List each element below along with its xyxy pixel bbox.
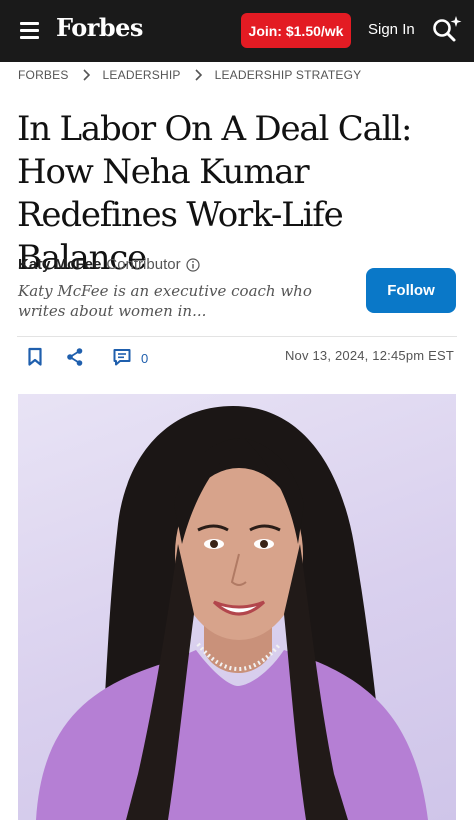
follow-button[interactable]: Follow xyxy=(366,268,456,313)
menu-icon[interactable] xyxy=(20,21,40,39)
breadcrumb-item-leadership-strategy[interactable]: LEADERSHIP STRATEGY xyxy=(215,68,362,82)
author-role: Contributor xyxy=(106,256,181,273)
author-name[interactable]: Katy McFee xyxy=(18,256,101,273)
article-hero-image xyxy=(18,394,456,820)
share-icon[interactable] xyxy=(66,347,84,367)
chevron-right-icon xyxy=(195,69,202,81)
chevron-right-icon xyxy=(82,69,90,81)
breadcrumb: FORBES LEADERSHIP LEADERSHIP STRATEGY xyxy=(18,68,361,82)
publish-date: Nov 13, 2024, 12:45pm EST xyxy=(284,348,454,363)
forbes-logo[interactable]: Forbes xyxy=(56,13,143,42)
sign-in-link[interactable]: Sign In xyxy=(368,21,415,38)
join-button[interactable]: Join: $1.50/wk xyxy=(241,13,351,48)
search-sparkle-icon[interactable] xyxy=(430,12,464,46)
article-title: In Labor On A Deal Call: How Neha Kumar … xyxy=(17,109,412,278)
author-byline: Katy McFee Contributor xyxy=(18,256,200,273)
article-actions: 0 Nov 13, 2024, 12:45pm EST xyxy=(0,345,474,373)
breadcrumb-item-forbes[interactable]: FORBES xyxy=(18,68,69,82)
divider xyxy=(17,336,457,337)
comment-icon[interactable] xyxy=(112,347,132,367)
author-bio: Katy McFee is an executive coach who wri… xyxy=(18,282,312,320)
breadcrumb-item-leadership[interactable]: LEADERSHIP xyxy=(103,68,181,82)
comment-count[interactable]: 0 xyxy=(141,351,148,366)
info-icon[interactable] xyxy=(185,257,200,272)
bookmark-icon[interactable] xyxy=(27,347,43,367)
top-navigation-bar: Forbes Join: $1.50/wk Sign In xyxy=(0,0,474,62)
